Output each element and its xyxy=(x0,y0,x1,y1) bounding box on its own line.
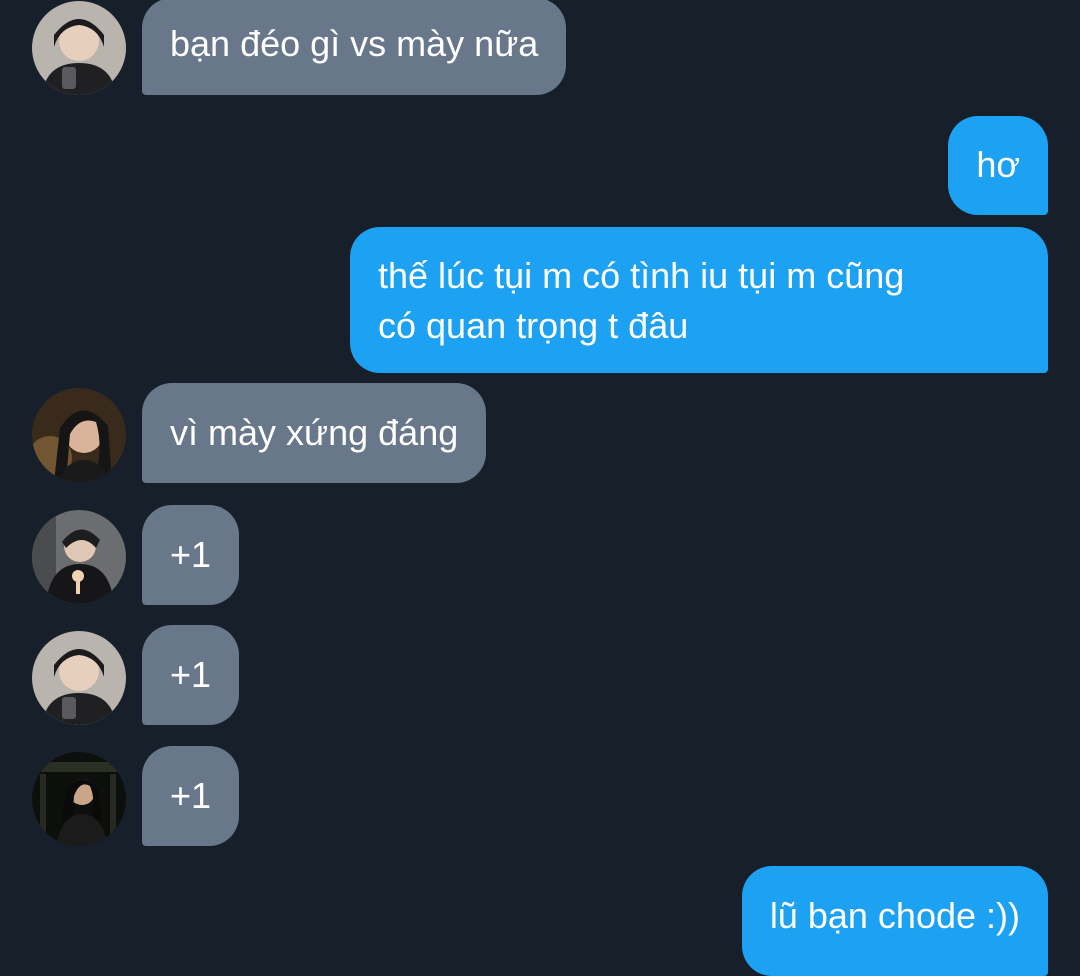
incoming-message-bubble[interactable]: +1 xyxy=(142,505,240,605)
outgoing-message-bubble[interactable]: thế lúc tụi m có tình iu tụi m cũng có q… xyxy=(350,227,1048,373)
message-text: +1 xyxy=(170,775,212,816)
message-text: vì mày xứng đáng xyxy=(170,412,459,453)
message-text: lũ bạn chode :)) xyxy=(769,895,1020,936)
message-text-line: thế lúc tụi m có tình iu tụi m cũng xyxy=(378,255,905,296)
avatar-photo-icon xyxy=(32,1,126,95)
avatar[interactable] xyxy=(32,752,126,846)
incoming-message-bubble[interactable]: +1 xyxy=(142,746,240,846)
avatar[interactable] xyxy=(32,510,126,604)
message-text: +1 xyxy=(170,534,212,575)
avatar-photo-icon xyxy=(32,631,126,725)
avatar-photo-icon xyxy=(32,752,126,846)
avatar[interactable] xyxy=(32,388,126,482)
avatar-photo-icon xyxy=(32,388,126,482)
message-text-line: có quan trọng t đâu xyxy=(378,305,689,346)
incoming-message-bubble[interactable]: +1 xyxy=(142,625,240,725)
message-text: hơ xyxy=(976,144,1020,185)
message-text: bạn đéo gì vs mày nữa xyxy=(170,23,539,64)
avatar[interactable] xyxy=(32,631,126,725)
avatar-photo-icon xyxy=(32,510,126,604)
message-text: +1 xyxy=(170,654,212,695)
incoming-message-bubble[interactable]: vì mày xứng đáng xyxy=(142,383,487,483)
chat-thread: bạn đéo gì vs mày nữa hơ thế lúc tụi m c… xyxy=(0,0,1080,976)
avatar[interactable] xyxy=(32,1,126,95)
incoming-message-bubble[interactable]: bạn đéo gì vs mày nữa xyxy=(142,0,567,95)
outgoing-message-bubble[interactable]: hơ xyxy=(948,116,1048,215)
